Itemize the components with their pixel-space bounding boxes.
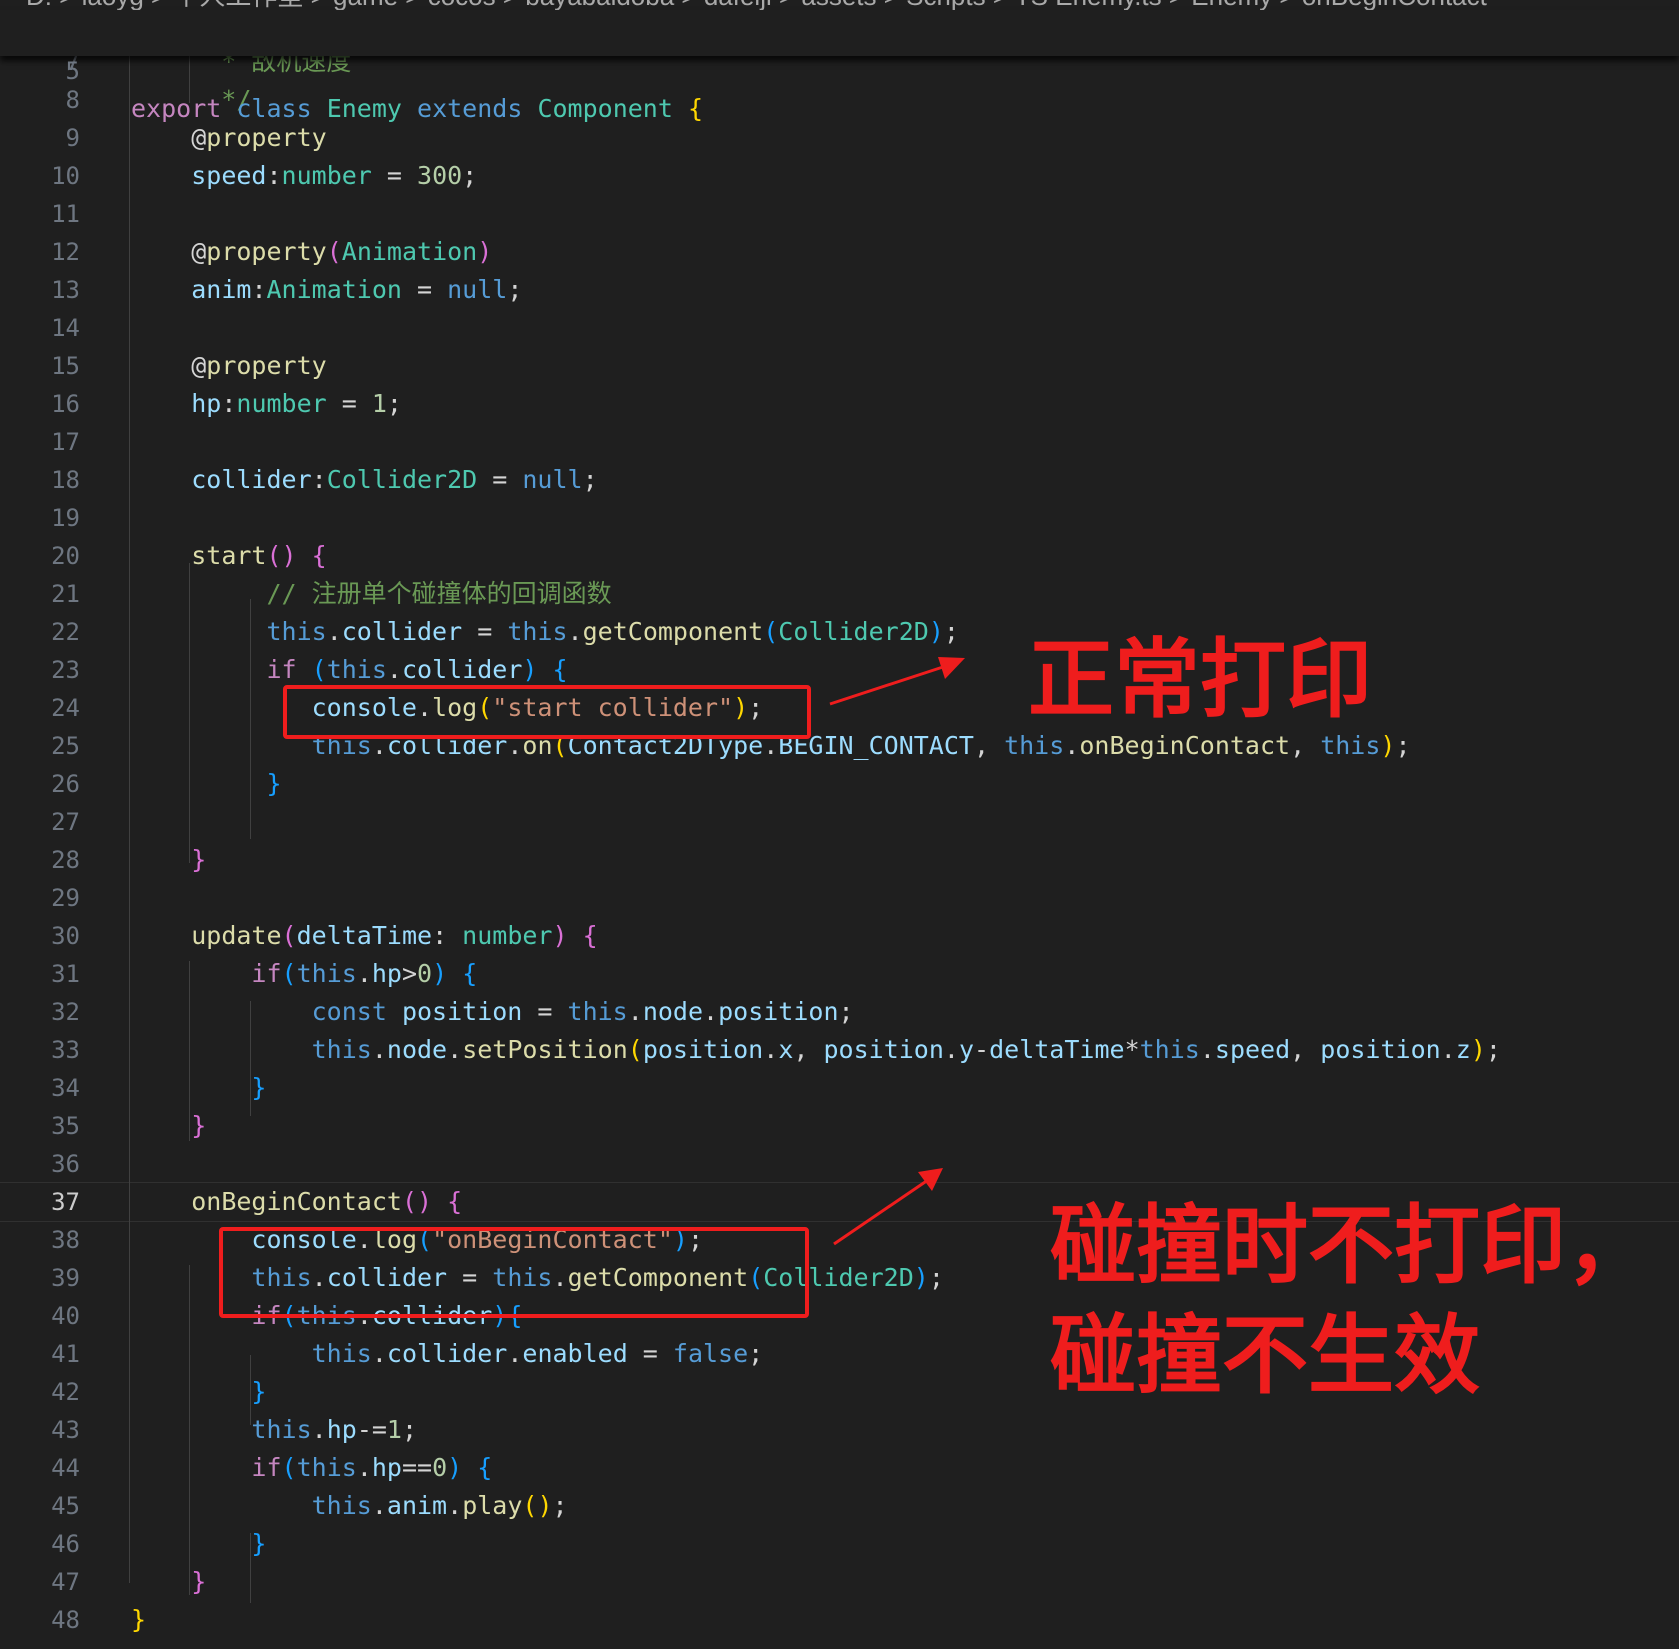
annotation-note-normal-print: 正常打印 bbox=[1028, 630, 1372, 730]
annotation-note-no-print: 碰撞时不打印， bbox=[1050, 1196, 1652, 1296]
annotation-note-no-effect: 碰撞不生效 bbox=[1050, 1306, 1480, 1406]
annotation-arrow-top bbox=[829, 657, 965, 706]
annotation-arrow-bottom bbox=[833, 1168, 943, 1246]
